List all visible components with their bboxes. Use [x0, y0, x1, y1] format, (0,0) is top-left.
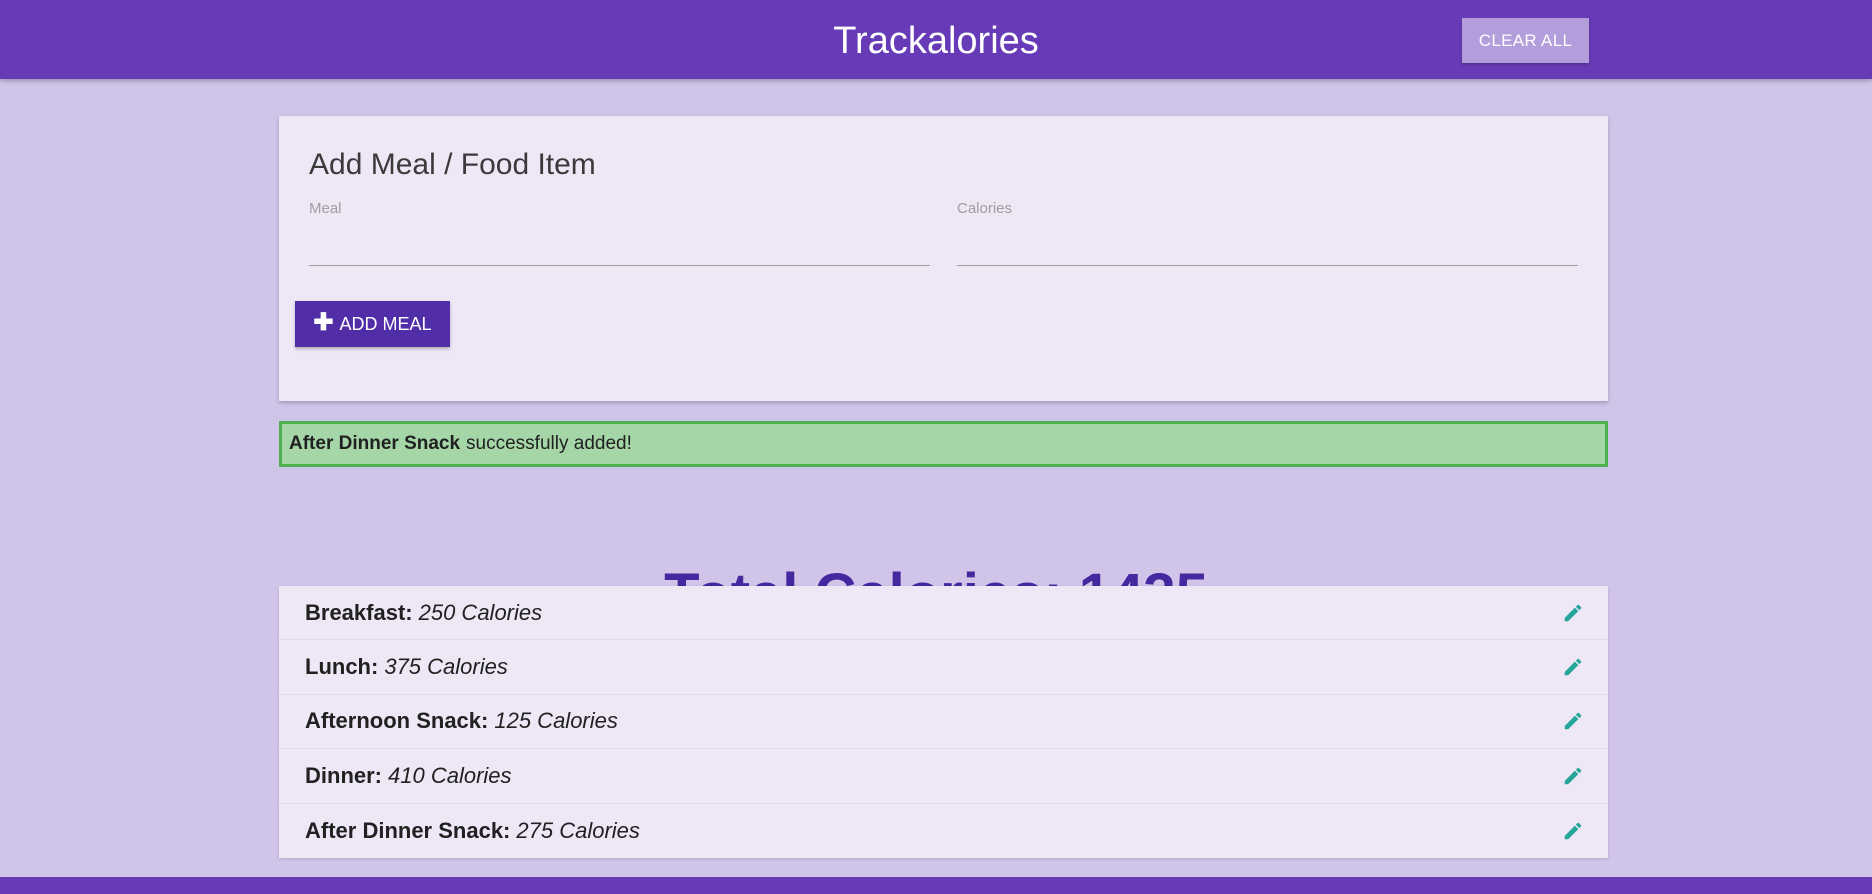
list-item: Dinner: 410 Calories	[279, 749, 1608, 804]
alert-item-name: After Dinner Snack	[289, 433, 461, 454]
item-name: After Dinner Snack:	[305, 817, 511, 843]
meal-field: Meal	[309, 200, 930, 390]
pencil-icon[interactable]	[1562, 765, 1584, 787]
item-calories: 375 Calories	[384, 654, 508, 680]
calories-field: Calories	[957, 200, 1578, 390]
item-calories: 250 Calories	[418, 599, 543, 625]
meal-input[interactable]	[309, 226, 930, 266]
pencil-icon[interactable]	[1562, 656, 1584, 678]
footer-bar	[0, 877, 1872, 894]
add-meal-label: ADD MEAL	[339, 313, 432, 334]
add-meal-card: Add Meal / Food Item Meal Calories ✚ ADD…	[279, 116, 1608, 401]
item-calories: 410 Calories	[388, 762, 512, 788]
app-title: Trackalories	[833, 20, 1039, 62]
meal-list: Breakfast: 250 Calories Lunch: 375 Calor…	[279, 586, 1608, 858]
calories-label: Calories	[957, 200, 1013, 217]
item-name: Lunch:	[305, 654, 379, 680]
navbar: Trackalories CLEAR ALL	[0, 0, 1872, 79]
meal-label: Meal	[309, 200, 342, 217]
pencil-icon[interactable]	[1562, 820, 1584, 842]
list-item: After Dinner Snack: 275 Calories	[279, 804, 1608, 858]
item-name: Dinner:	[305, 762, 382, 788]
add-meal-button[interactable]: ✚ ADD MEAL	[295, 301, 450, 347]
item-name: Afternoon Snack:	[305, 708, 489, 734]
plus-icon: ✚	[313, 309, 334, 336]
list-item: Lunch: 375 Calories	[279, 640, 1608, 695]
item-calories: 275 Calories	[516, 817, 640, 843]
item-calories: 125 Calories	[494, 708, 618, 734]
pencil-icon[interactable]	[1562, 710, 1584, 732]
pencil-icon[interactable]	[1562, 602, 1584, 624]
success-alert: After Dinner Snack successfully added!	[279, 421, 1608, 467]
form-heading: Add Meal / Food Item	[309, 148, 596, 181]
calories-input[interactable]	[957, 226, 1578, 266]
list-item: Breakfast: 250 Calories	[279, 586, 1608, 641]
list-item: Afternoon Snack: 125 Calories	[279, 695, 1608, 750]
clear-all-button[interactable]: CLEAR ALL	[1462, 18, 1589, 63]
alert-message: successfully added!	[466, 433, 632, 454]
item-name: Breakfast:	[305, 599, 413, 625]
